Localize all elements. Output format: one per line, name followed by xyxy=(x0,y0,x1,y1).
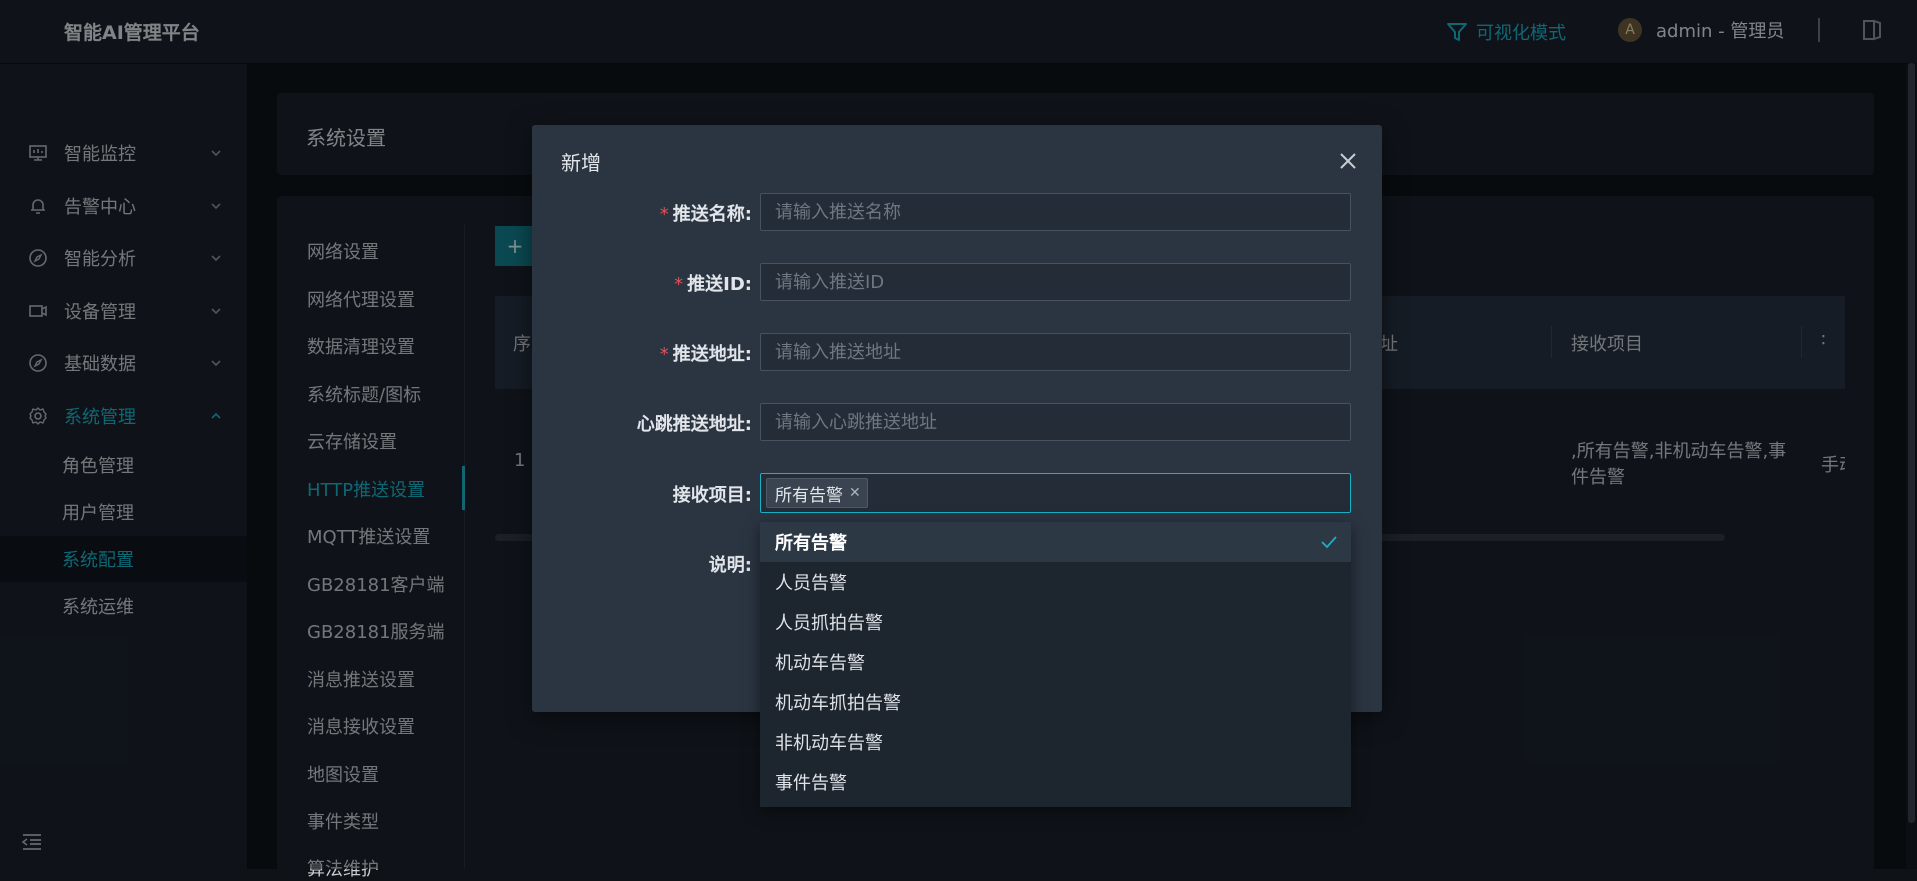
dropdown-option-all[interactable]: 所有告警 xyxy=(760,522,1351,562)
tag-remove-icon[interactable]: ✕ xyxy=(849,485,861,501)
push-url-label: * 推送地址: xyxy=(659,344,752,365)
dropdown-option-non-motor[interactable]: 非机动车告警 xyxy=(760,722,1351,762)
close-icon[interactable] xyxy=(1338,151,1358,171)
push-name-input[interactable] xyxy=(760,193,1351,231)
receive-items-label: 接收项目: xyxy=(672,485,752,506)
dropdown-option-vehicle-capture[interactable]: 机动车抓拍告警 xyxy=(760,682,1351,722)
heartbeat-url-input[interactable] xyxy=(760,403,1351,441)
selected-tag: 所有告警 ✕ xyxy=(766,478,868,508)
check-icon xyxy=(1321,536,1337,549)
dropdown-option-event[interactable]: 事件告警 xyxy=(760,762,1351,802)
dropdown-option-person[interactable]: 人员告警 xyxy=(760,562,1351,602)
push-id-label: * 推送ID: xyxy=(674,274,752,295)
note-label: 说明: xyxy=(708,555,752,576)
dropdown-option-vehicle[interactable]: 机动车告警 xyxy=(760,642,1351,682)
tag-label: 所有告警 xyxy=(775,485,843,506)
receive-items-dropdown: 所有告警 人员告警 人员抓拍告警 机动车告警 机动车抓拍告警 非机动车告警 事件… xyxy=(760,522,1351,807)
push-id-input[interactable] xyxy=(760,263,1351,301)
heartbeat-url-label: 心跳推送地址: xyxy=(636,414,752,435)
push-name-label: * 推送名称: xyxy=(659,204,752,225)
dialog-title: 新增 xyxy=(561,151,601,175)
push-url-input[interactable] xyxy=(760,333,1351,371)
receive-items-select[interactable]: 所有告警 ✕ xyxy=(760,473,1351,513)
dropdown-option-person-capture[interactable]: 人员抓拍告警 xyxy=(760,602,1351,642)
